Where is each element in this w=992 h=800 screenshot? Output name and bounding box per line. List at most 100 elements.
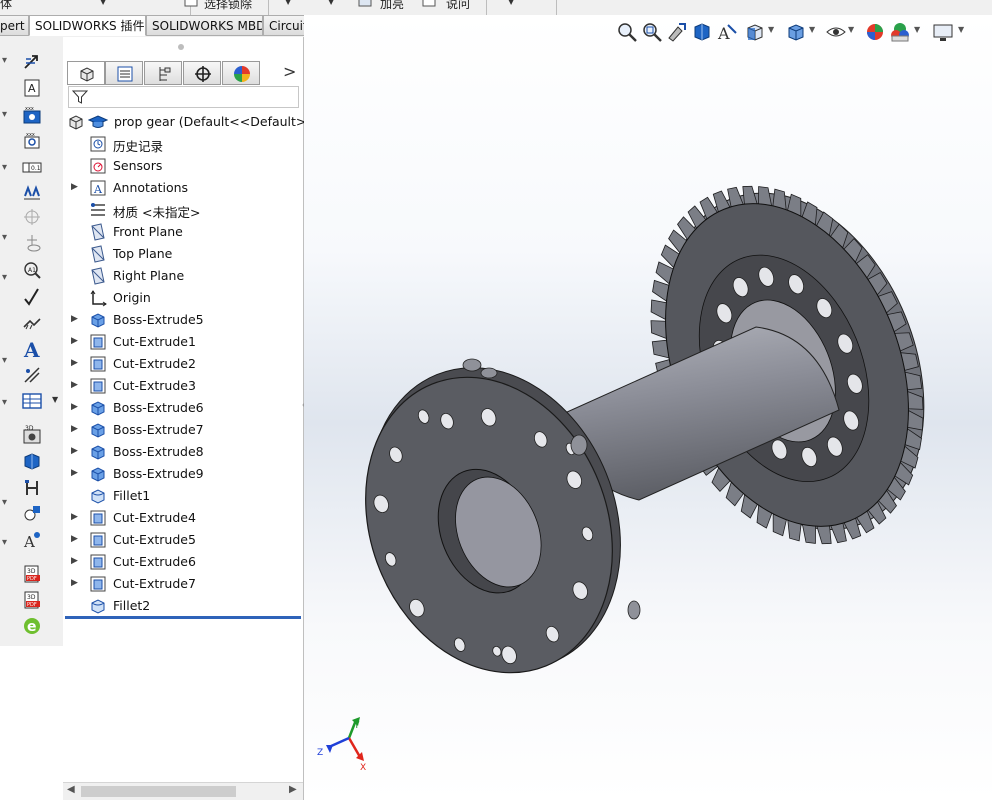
hole-callout-icon[interactable]: A: [22, 339, 42, 359]
flyout-arrow-icon[interactable]: ▾: [0, 497, 9, 508]
3d-pdf-icon[interactable]: 3DPDF: [22, 564, 42, 584]
text-icon[interactable]: [22, 313, 42, 333]
tree-root-part[interactable]: prop gear (Default<<Default>_: [63, 111, 313, 133]
tree-item[interactable]: Origin: [63, 287, 303, 309]
annotation-view-icon[interactable]: A: [22, 530, 42, 550]
rollback-bar[interactable]: [65, 616, 301, 619]
horizontal-scrollbar[interactable]: ◀ ▶: [63, 782, 303, 800]
chevron-down-icon[interactable]: ▼: [328, 0, 334, 6]
text-note-icon[interactable]: A: [22, 78, 42, 98]
tree-item[interactable]: ▶ Cut-Extrude1: [63, 331, 303, 353]
datum-feature-icon[interactable]: [22, 182, 42, 202]
tree-item[interactable]: ▶ Boss-Extrude8: [63, 441, 303, 463]
feature-filter-field[interactable]: [68, 86, 299, 108]
table-icon[interactable]: [22, 391, 42, 411]
expand-arrow-icon[interactable]: ▶: [71, 336, 78, 346]
tree-item[interactable]: Fillet1: [63, 485, 303, 507]
chevron-down-icon[interactable]: ▼: [52, 395, 58, 404]
cut-extrude-icon: [90, 334, 106, 350]
tree-item[interactable]: Front Plane: [63, 221, 303, 243]
surface-finish-icon[interactable]: A1: [22, 260, 42, 280]
tab-solidworks-addins[interactable]: SOLIDWORKS 插件: [29, 15, 146, 36]
tree-item[interactable]: ▶ Boss-Extrude9: [63, 463, 303, 485]
hatch-icon[interactable]: [22, 365, 42, 385]
graphics-viewport[interactable]: A ▼ ▼ ▼ ▼ ▼ Y X Z: [304, 15, 992, 800]
scroll-left-icon[interactable]: ◀: [67, 784, 75, 795]
expand-arrow-icon[interactable]: ▶: [71, 512, 78, 522]
edrawings-icon[interactable]: e: [22, 616, 42, 636]
scroll-right-icon[interactable]: ▶: [289, 784, 297, 795]
geometric-tolerance-icon[interactable]: 0.1: [22, 157, 42, 177]
flyout-arrow-icon[interactable]: ▾: [0, 537, 9, 548]
toolbar-item-highlight[interactable]: 加亮: [380, 0, 404, 12]
expand-arrow-icon[interactable]: ▶: [71, 578, 78, 588]
chevron-down-icon[interactable]: ▼: [285, 0, 291, 6]
tree-item[interactable]: ▶ Cut-Extrude3: [63, 375, 303, 397]
expand-arrow-icon[interactable]: ▶: [71, 402, 78, 412]
tree-item[interactable]: Sensors: [63, 155, 303, 177]
chevron-right-icon[interactable]: >: [283, 62, 296, 81]
3d-view-icon[interactable]: 3D: [22, 425, 42, 445]
tab-solidworks-mbd[interactable]: SOLIDWORKS MBD: [146, 15, 263, 36]
tab-dimxpert-manager[interactable]: [183, 61, 221, 85]
tree-item[interactable]: Fillet2: [63, 595, 303, 617]
3d-pdf-template-icon[interactable]: 3DPDF: [22, 590, 42, 610]
tree-item[interactable]: Top Plane: [63, 243, 303, 265]
flyout-arrow-icon[interactable]: ▾: [0, 272, 9, 283]
flyout-arrow-icon[interactable]: ▾: [0, 232, 9, 243]
weld-symbol-icon[interactable]: [22, 287, 42, 307]
chevron-down-icon[interactable]: ▼: [508, 0, 514, 6]
tree-item[interactable]: ▶ Cut-Extrude6: [63, 551, 303, 573]
tab-feature-manager-tree[interactable]: [67, 61, 105, 85]
symbol-icon[interactable]: [22, 504, 42, 524]
flyout-arrow-icon[interactable]: ▾: [0, 162, 9, 173]
smart-dimension-icon[interactable]: [22, 53, 42, 73]
hole-table-icon[interactable]: [22, 478, 42, 498]
tree-item[interactable]: ▶ Boss-Extrude5: [63, 309, 303, 331]
tree-item[interactable]: ▶ Cut-Extrude4: [63, 507, 303, 529]
flyout-arrow-icon[interactable]: ▾: [0, 397, 9, 408]
expand-arrow-icon[interactable]: ▶: [71, 468, 78, 478]
balloon-icon[interactable]: xxx: [22, 105, 42, 125]
tree-item[interactable]: ▶ Cut-Extrude5: [63, 529, 303, 551]
tree-item[interactable]: ▶ A Annotations: [63, 177, 303, 199]
coordinate-triad: Y X Z: [317, 717, 366, 773]
tree-item[interactable]: ▶ Boss-Extrude6: [63, 397, 303, 419]
flyout-arrow-icon[interactable]: ▾: [0, 55, 9, 66]
prop-gear-model[interactable]: Y X Z: [304, 15, 992, 800]
scrollbar-thumb[interactable]: [81, 786, 236, 797]
expand-arrow-icon[interactable]: ▶: [71, 556, 78, 566]
panel-grip-handle[interactable]: [178, 44, 184, 50]
auto-balloon-icon[interactable]: xxx: [22, 130, 42, 150]
tree-item[interactable]: ▶ Cut-Extrude2: [63, 353, 303, 375]
expand-arrow-icon[interactable]: ▶: [71, 446, 78, 456]
tree-item[interactable]: ▶ Cut-Extrude7: [63, 573, 303, 595]
tree-item[interactable]: Right Plane: [63, 265, 303, 287]
filter-icon[interactable]: [72, 89, 88, 105]
tab-configuration-manager[interactable]: [144, 61, 182, 85]
chevron-down-icon[interactable]: ▼: [100, 0, 106, 6]
tree-item[interactable]: 历史记录: [63, 133, 303, 155]
tree-item-label: Boss-Extrude9: [113, 466, 204, 481]
datum-target-icon[interactable]: [22, 207, 42, 227]
flyout-arrow-icon[interactable]: ▾: [0, 355, 9, 366]
publish-icon[interactable]: [22, 451, 42, 471]
tree-item[interactable]: ▶ Boss-Extrude7: [63, 419, 303, 441]
tab-expert[interactable]: pert: [0, 15, 29, 36]
expand-arrow-icon[interactable]: ▶: [71, 358, 78, 368]
expand-arrow-icon[interactable]: ▶: [71, 534, 78, 544]
flyout-arrow-icon[interactable]: ▾: [0, 109, 9, 120]
fillet-icon: [91, 599, 105, 614]
toolbar-item-help[interactable]: 说问: [446, 0, 470, 12]
expand-arrow-icon[interactable]: ▶: [71, 424, 78, 434]
svg-text:PDF: PDF: [27, 602, 37, 608]
center-mark-icon[interactable]: [22, 233, 42, 253]
expand-arrow-icon[interactable]: ▶: [71, 314, 78, 324]
tab-display-manager[interactable]: [222, 61, 260, 85]
toolbar-item-select-lock[interactable]: 选择锁除: [204, 0, 252, 12]
expand-arrow-icon[interactable]: ▶: [71, 182, 78, 192]
expand-arrow-icon[interactable]: ▶: [71, 380, 78, 390]
tab-property-manager[interactable]: [105, 61, 143, 85]
tree-item[interactable]: 材质 <未指定>: [63, 199, 303, 221]
filter-input[interactable]: [91, 89, 295, 107]
